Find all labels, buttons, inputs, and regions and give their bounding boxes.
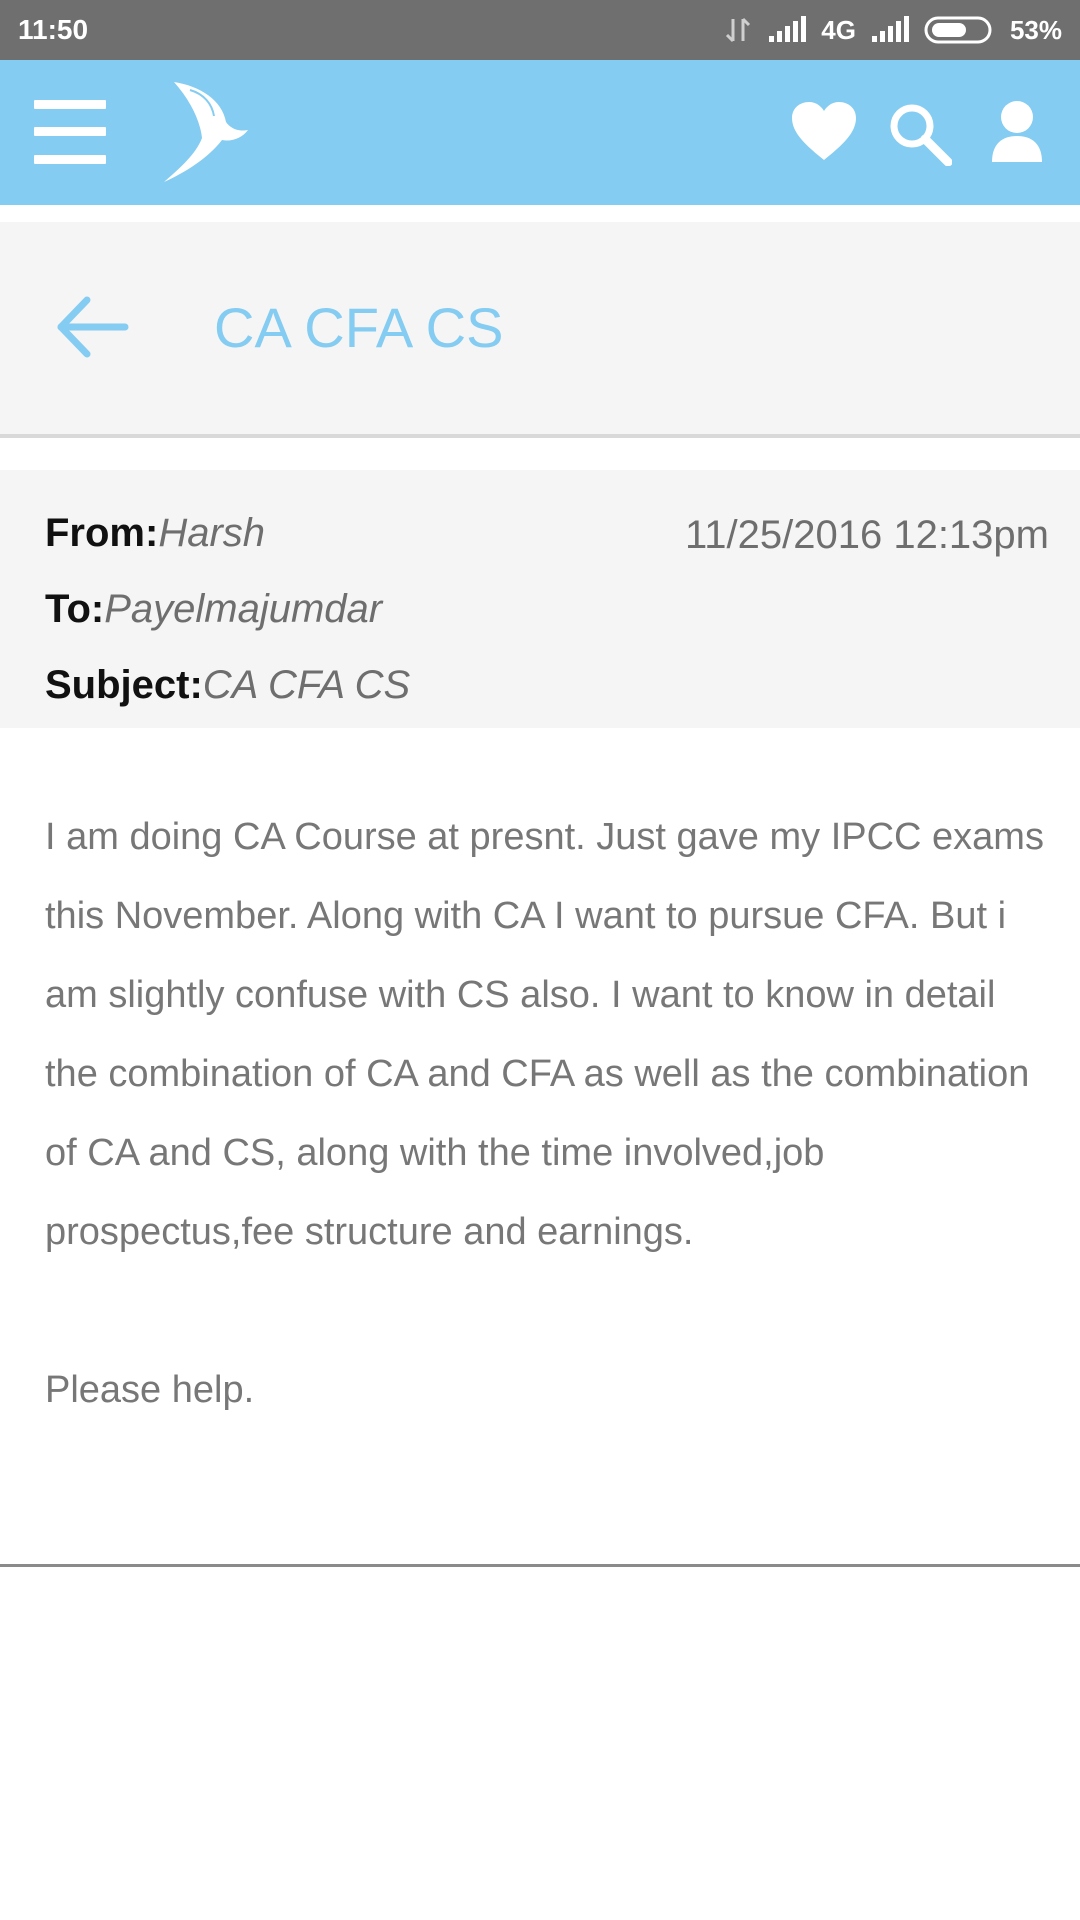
signal-icon-2 [871,16,909,42]
to-label: To: [45,587,105,631]
signal-icon [769,16,807,42]
subject-row: Subject:CA CFA CS [45,660,410,710]
search-icon[interactable] [888,102,952,166]
message-text: I am doing CA Course at presnt. Just gav… [45,816,1044,1253]
data-transfer-icon [726,17,751,43]
battery-icon [924,16,992,44]
message-body: I am doing CA Course at presnt. Just gav… [45,798,1050,1430]
divider [0,1564,1080,1567]
app-bar [0,60,1080,205]
status-icons: 4G 53% [723,0,1062,60]
back-arrow-icon[interactable] [55,292,129,362]
battery-level: 53% [1009,14,1062,45]
heart-icon[interactable] [790,100,858,162]
subject-value: CA CFA CS [202,663,411,707]
title-panel: CA CFA CS [0,222,1080,438]
to-value: Payelmajumdar [104,587,383,631]
status-time: 11:50 [18,14,89,45]
message-header: From:Harsh To:Payelmajumdar Subject:CA C… [0,470,1080,728]
page-title: CA CFA CS [214,296,504,359]
bird-logo-icon [164,82,248,182]
status-bar: 11:50 4G 53% [0,0,1080,60]
to-row: To:Payelmajumdar [45,584,382,634]
menu-icon[interactable] [34,100,106,164]
message-date: 11/25/2016 12:13pm [684,513,1049,557]
from-value: Harsh [158,511,266,555]
profile-icon[interactable] [990,100,1044,164]
message-closing: Please help. [45,1369,255,1411]
from-label: From: [45,511,159,555]
network-type: 4G [821,14,856,45]
subject-label: Subject: [45,663,203,707]
from-row: From:Harsh [45,508,265,558]
